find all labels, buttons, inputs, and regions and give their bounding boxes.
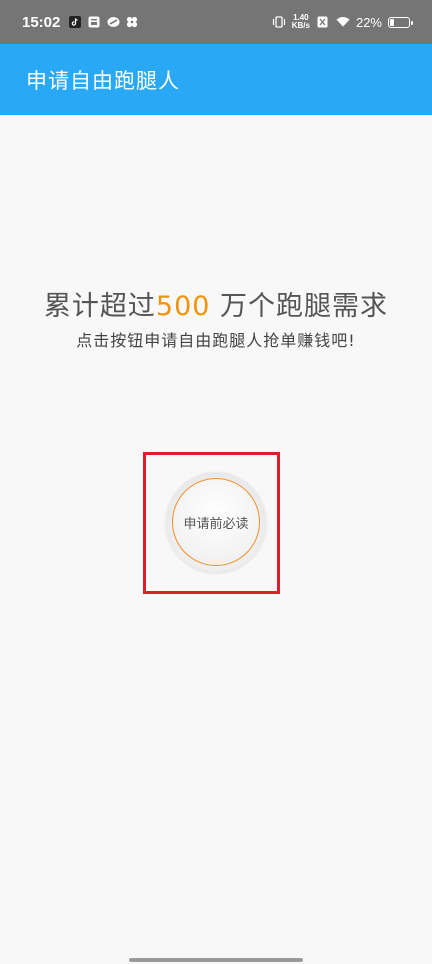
battery-fill xyxy=(390,18,394,26)
sim-icon xyxy=(316,15,330,29)
read-button-ring: 申请前必读 xyxy=(172,478,260,566)
headline-number: 500 xyxy=(155,291,211,322)
app-bar: 申请自由跑腿人 xyxy=(0,44,432,115)
headline: 累计超过500 万个跑腿需求 xyxy=(0,284,432,323)
battery-icon xyxy=(388,16,413,28)
status-icons-left xyxy=(68,15,139,29)
app-icon xyxy=(106,15,120,29)
net-speed-unit: KB/s xyxy=(291,21,310,30)
headline-prefix: 累计超过 xyxy=(43,291,156,322)
vibrate-icon xyxy=(272,15,286,29)
status-icons-right: 1.40 KB/s 22% xyxy=(272,14,413,30)
battery-percent: 22% xyxy=(355,14,382,30)
tiktok-icon xyxy=(68,15,82,29)
headline-suffix: 万个跑腿需求 xyxy=(210,291,389,322)
page-title: 申请自由跑腿人 xyxy=(26,68,180,93)
status-time: 15:02 xyxy=(22,13,61,31)
wifi-icon xyxy=(336,15,350,29)
read-before-apply-button[interactable]: 申请前必读 xyxy=(166,472,266,572)
inbox-icon xyxy=(87,15,101,29)
status-bar: 15:02 1.40 KB/s 22% xyxy=(0,0,432,44)
net-speed: 1.40 KB/s xyxy=(292,14,310,30)
read-button-label: 申请前必读 xyxy=(183,516,249,532)
home-indicator[interactable] xyxy=(129,958,303,962)
fan-icon xyxy=(125,15,139,29)
subline: 点击按钮申请自由跑腿人抢单赚钱吧! xyxy=(76,331,356,350)
